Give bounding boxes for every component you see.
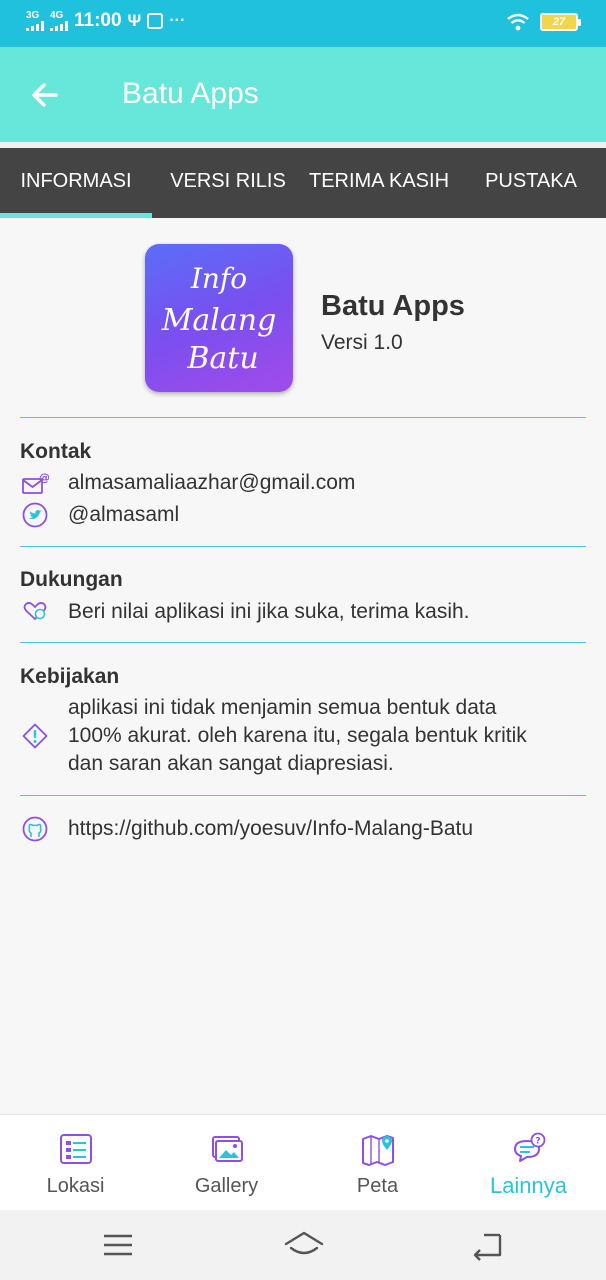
divider — [20, 546, 586, 547]
twitter-icon — [22, 502, 48, 528]
policy-title: Kebijakan — [20, 665, 120, 688]
menu-icon[interactable] — [100, 1228, 136, 1262]
app-logo-text-2: Malang — [161, 303, 277, 338]
battery-icon: 27 — [540, 13, 581, 31]
nav-gallery-label: Gallery — [194, 1175, 259, 1197]
more-notifications-icon: ··· — [169, 12, 186, 29]
support-text[interactable]: Beri nilai aplikasi ini jika suka, terim… — [68, 598, 470, 626]
tab-versi-rilis[interactable]: VERSI RILIS — [160, 148, 296, 218]
notification-icon — [147, 13, 164, 29]
nav-lainnya[interactable]: ? Lainnya — [453, 1115, 604, 1211]
nav-peta[interactable]: Peta — [302, 1115, 453, 1211]
tab-terima-kasih[interactable]: TERIMA KASIH — [300, 148, 458, 218]
usb-icon: Ψ — [127, 11, 142, 30]
back-arrow-icon[interactable] — [26, 75, 66, 115]
svg-text:?: ? — [535, 1137, 540, 1147]
wifi-icon — [507, 13, 529, 31]
signal-4g-icon: 4G — [50, 11, 68, 31]
policy-line-2: 100% akurat. oleh karena itu, segala ben… — [68, 724, 527, 747]
support-title: Dukungan — [20, 568, 123, 591]
bottom-navigation: Lokasi Gallery Peta ? Lainnya — [0, 1114, 606, 1210]
list-icon — [60, 1134, 92, 1164]
divider — [20, 642, 586, 643]
tab-pustaka[interactable]: PUSTAKA — [472, 148, 590, 218]
contact-twitter[interactable]: @almasaml — [68, 501, 179, 529]
policy-line-1: aplikasi ini tidak menjamin semua bentuk… — [68, 696, 497, 719]
back-icon[interactable] — [470, 1228, 506, 1262]
nav-gallery[interactable]: Gallery — [151, 1115, 302, 1211]
divider — [20, 795, 586, 796]
tab-informasi[interactable]: INFORMASI — [0, 148, 152, 218]
app-logo-text-1: Info — [190, 262, 247, 295]
system-navigation-bar — [0, 1210, 606, 1280]
divider — [20, 417, 586, 418]
nav-lokasi[interactable]: Lokasi — [0, 1115, 151, 1211]
app-title: Batu Apps — [122, 77, 259, 110]
app-version: Versi 1.0 — [321, 331, 403, 354]
app-name: Batu Apps — [321, 290, 465, 322]
nav-peta-label: Peta — [356, 1175, 399, 1197]
app-logo: Info Malang Batu — [145, 244, 293, 392]
status-time: 11:00 — [74, 10, 122, 31]
contact-email[interactable]: almasamaliaazhar@gmail.com — [68, 469, 355, 497]
nav-lokasi-label: Lokasi — [46, 1175, 105, 1197]
map-icon — [362, 1135, 394, 1166]
policy-text: aplikasi ini tidak menjamin semua bentuk… — [68, 694, 527, 778]
active-tab-indicator — [0, 213, 152, 218]
app-bar: Batu Apps — [0, 47, 606, 142]
policy-line-3: dan saran akan sangat diapresiasi. — [68, 752, 394, 775]
chat-question-icon: ? — [514, 1132, 546, 1162]
warning-icon — [22, 723, 48, 749]
gallery-icon — [212, 1136, 243, 1162]
tab-bar: INFORMASI VERSI RILIS TERIMA KASIH PUSTA… — [0, 148, 606, 218]
signal-3g-icon: 3G — [26, 11, 44, 31]
contact-title: Kontak — [20, 440, 92, 463]
nav-lainnya-label: Lainnya — [489, 1173, 568, 1198]
home-icon[interactable] — [283, 1228, 325, 1262]
svg-text:@: @ — [39, 471, 49, 484]
github-icon — [22, 816, 48, 842]
heart-hand-icon — [23, 602, 47, 621]
repo-link[interactable]: https://github.com/yoesuv/Info-Malang-Ba… — [68, 815, 473, 843]
email-icon: @ — [22, 471, 49, 494]
status-bar: 3G 4G 11:00 Ψ ··· 27 — [0, 0, 606, 47]
app-logo-text-3: Batu — [186, 341, 258, 376]
